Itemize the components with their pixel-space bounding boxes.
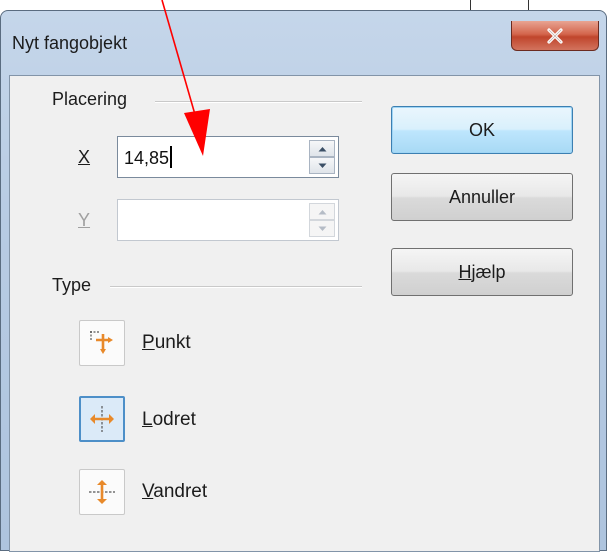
dialog-window: Nyt fangobjekt Placering X 14,85 Y Type … [0,10,607,552]
x-spin-buttons [309,140,335,174]
placement-group-separator [155,101,362,103]
dialog-client-area: Placering X 14,85 Y Type Punkt Lodret Va… [9,75,600,552]
dialog-title: Nyt fangobjekt [12,33,128,53]
type-point-label[interactable]: Punkt [142,332,191,354]
x-increment-button[interactable] [309,140,335,157]
ok-button[interactable]: OK [391,106,573,154]
close-button[interactable] [511,21,599,51]
type-group-separator [110,286,362,288]
cancel-button[interactable]: Annuller [391,173,573,221]
type-horizontal-button[interactable] [79,469,125,515]
vertical-snap-icon [90,406,114,432]
x-decrement-button[interactable] [309,157,335,174]
text-caret [170,146,173,168]
point-snap-icon [90,331,113,354]
y-spin-field[interactable] [117,199,339,241]
chevron-down-icon [318,163,326,168]
y-increment-button[interactable] [309,203,335,220]
x-label: X [78,147,91,167]
type-point-button[interactable] [79,320,125,366]
close-x-icon [547,27,563,44]
x-input[interactable]: 14,85 [124,146,173,169]
chevron-down-icon [318,226,326,231]
x-spin-field[interactable]: 14,85 [117,136,339,178]
placement-group-label: Placering [52,89,134,110]
horizontal-snap-icon [89,480,115,504]
help-button[interactable]: Hjælp [391,248,573,296]
y-decrement-button[interactable] [309,220,335,237]
y-spin-buttons [309,203,335,237]
chevron-up-icon [318,209,326,214]
y-label: Y [78,210,91,230]
type-horizontal-label[interactable]: Vandret [142,481,207,503]
type-vertical-button[interactable] [79,396,125,442]
type-vertical-label[interactable]: Lodret [142,409,196,431]
type-group-label: Type [52,275,98,296]
chevron-up-icon [318,146,326,151]
